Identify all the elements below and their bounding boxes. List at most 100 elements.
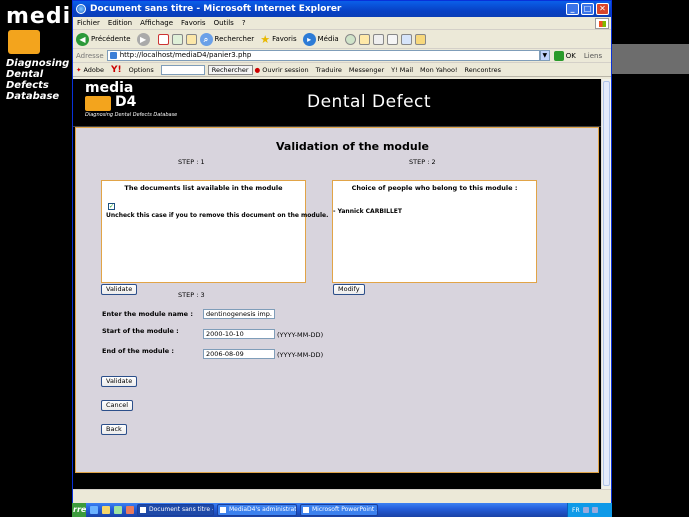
- stop-icon[interactable]: [157, 33, 169, 45]
- start-date-label: Start of the module :: [102, 327, 179, 335]
- menu-affichage[interactable]: Affichage: [140, 19, 173, 27]
- meetings-button[interactable]: Rencontres: [465, 66, 501, 74]
- start-date-input[interactable]: 2000-10-10: [203, 329, 275, 339]
- maximize-button[interactable]: □: [581, 3, 594, 15]
- language-indicator[interactable]: FR: [572, 507, 580, 514]
- end-date-input[interactable]: 2006-08-09: [203, 349, 275, 359]
- search-button[interactable]: ⌕ Rechercher: [199, 32, 254, 46]
- step-2-label: STEP : 2: [409, 158, 436, 166]
- mail-button[interactable]: Y! Mail: [391, 66, 413, 74]
- site-logo-mark: [85, 96, 111, 111]
- site-title: Dental Defect: [307, 92, 432, 112]
- address-dropdown-icon[interactable]: ▼: [539, 50, 550, 61]
- task-mediad4-admin[interactable]: MediaD4's administrat...: [217, 504, 297, 516]
- menu-outils[interactable]: Outils: [214, 19, 234, 27]
- quicklaunch-app-icon[interactable]: [126, 506, 134, 514]
- start-button[interactable]: rrer: [72, 503, 86, 517]
- address-input[interactable]: http://localhost/mediaD4/panier3.php: [106, 50, 540, 61]
- module-name-label: Enter the module name :: [102, 310, 193, 318]
- vertical-scrollbar[interactable]: [601, 79, 611, 489]
- favorites-label: Favoris: [272, 35, 297, 43]
- quicklaunch-ie-icon[interactable]: [90, 506, 98, 514]
- menu-edition[interactable]: Edition: [108, 19, 132, 27]
- translate-button[interactable]: Traduire: [316, 66, 342, 74]
- links-label[interactable]: Liens: [584, 52, 602, 60]
- task-powerpoint[interactable]: Microsoft PowerPoint ...: [300, 504, 378, 516]
- search-icon: ⌕: [199, 32, 213, 46]
- history-icon[interactable]: [344, 33, 356, 45]
- people-box: Choice of people who belong to this modu…: [332, 180, 537, 283]
- start-date-format: (YYYY-MM-DD): [277, 331, 324, 339]
- go-label: OK: [565, 51, 576, 60]
- window-title: Document sans titre - Microsoft Internet…: [90, 4, 342, 14]
- print-icon[interactable]: [372, 33, 384, 45]
- menu-help[interactable]: ?: [242, 19, 246, 27]
- options-label: Options: [128, 65, 154, 74]
- menu-favoris[interactable]: Favoris: [181, 19, 206, 27]
- validate-documents-button[interactable]: Validate: [101, 284, 138, 295]
- forward-button[interactable]: ▶: [136, 32, 152, 46]
- tray-network-icon[interactable]: [591, 507, 598, 513]
- adobe-button[interactable]: ✦ Adobe: [76, 66, 104, 74]
- back-label: Précédente: [91, 35, 131, 43]
- module-name-input[interactable]: dentinogenesis imp.: [203, 309, 275, 319]
- adobe-label: Adobe: [83, 65, 105, 74]
- myyahoo-label: Mon Yahoo!: [420, 65, 458, 74]
- person-item[interactable]: - Yannick CARBILLET: [333, 208, 402, 215]
- yahoo-search-button[interactable]: Rechercher: [207, 64, 253, 75]
- refresh-icon[interactable]: [171, 33, 183, 45]
- options-button[interactable]: Options: [129, 66, 154, 74]
- system-tray: FR: [567, 503, 612, 517]
- tray-icon[interactable]: [582, 507, 589, 513]
- end-date-label: End of the module :: [102, 347, 174, 355]
- back-page-button[interactable]: Back: [101, 424, 127, 435]
- mail-icon[interactable]: [358, 33, 370, 45]
- mail-label: Y! Mail: [391, 65, 414, 74]
- end-date-format: (YYYY-MM-DD): [277, 351, 324, 359]
- yahoo-logo[interactable]: Y!: [111, 65, 122, 75]
- discuss-icon[interactable]: [400, 33, 412, 45]
- quicklaunch-media-icon[interactable]: [114, 506, 122, 514]
- document-checkbox[interactable]: ✓: [108, 203, 115, 210]
- site-logo-subtitle: Diagnosing Dental Defects Database: [85, 112, 178, 118]
- task-document[interactable]: Document sans titre -...: [137, 504, 214, 516]
- adobe-icon: ✦: [76, 65, 82, 74]
- myyahoo-button[interactable]: Mon Yahoo!: [420, 66, 458, 74]
- menu-fichier[interactable]: Fichier: [77, 19, 100, 27]
- people-box-title: Choice of people who belong to this modu…: [351, 184, 518, 192]
- media-icon: ▸: [302, 32, 316, 46]
- edit-icon[interactable]: [386, 33, 398, 45]
- forward-arrow-icon: ▶: [136, 32, 150, 46]
- site-header: media D4 Diagnosing Dental Defects Datab…: [73, 79, 601, 127]
- module-validation-panel: Validation of the module STEP : 1 STEP :…: [75, 127, 599, 473]
- page-viewport: media D4 Diagnosing Dental Defects Datab…: [73, 79, 601, 489]
- modify-button[interactable]: Modify: [333, 284, 365, 295]
- back-button[interactable]: ◀ Précédente: [76, 32, 131, 46]
- media-button[interactable]: ▸ Média: [302, 32, 339, 46]
- title-bar[interactable]: Document sans titre - Microsoft Internet…: [73, 1, 611, 17]
- close-button[interactable]: ✕: [596, 3, 609, 15]
- go-button[interactable]: OK: [553, 50, 576, 61]
- documents-box-title: The documents list available in the modu…: [124, 184, 283, 192]
- taskbar: rrer Document sans titre -... MediaD4's …: [72, 503, 612, 517]
- favorites-button[interactable]: ★ Favoris: [260, 33, 296, 46]
- messenger-icon[interactable]: [414, 33, 426, 45]
- quicklaunch-desktop-icon[interactable]: [102, 506, 110, 514]
- step-3-label: STEP : 3: [178, 291, 205, 299]
- minimize-button[interactable]: _: [566, 3, 579, 15]
- yahoo-search-input[interactable]: [160, 64, 205, 75]
- ie-icon: [76, 4, 86, 14]
- messenger-button[interactable]: Messenger: [349, 66, 384, 74]
- page-title: Validation of the module: [276, 140, 429, 153]
- home-icon[interactable]: [185, 33, 197, 45]
- meetings-label: Rencontres: [464, 65, 502, 74]
- media-label: Média: [317, 35, 339, 43]
- background-logo-mark: [8, 30, 40, 54]
- scrollbar-thumb[interactable]: [603, 81, 610, 486]
- document-checkbox-label: Uncheck this case if you to remove this …: [106, 212, 329, 219]
- validate-module-button[interactable]: Validate: [101, 376, 138, 387]
- address-label: Adresse: [76, 51, 104, 60]
- session-icon: ●: [254, 65, 261, 74]
- cancel-button[interactable]: Cancel: [101, 400, 134, 411]
- session-button[interactable]: ● Ouvrir session: [255, 66, 309, 74]
